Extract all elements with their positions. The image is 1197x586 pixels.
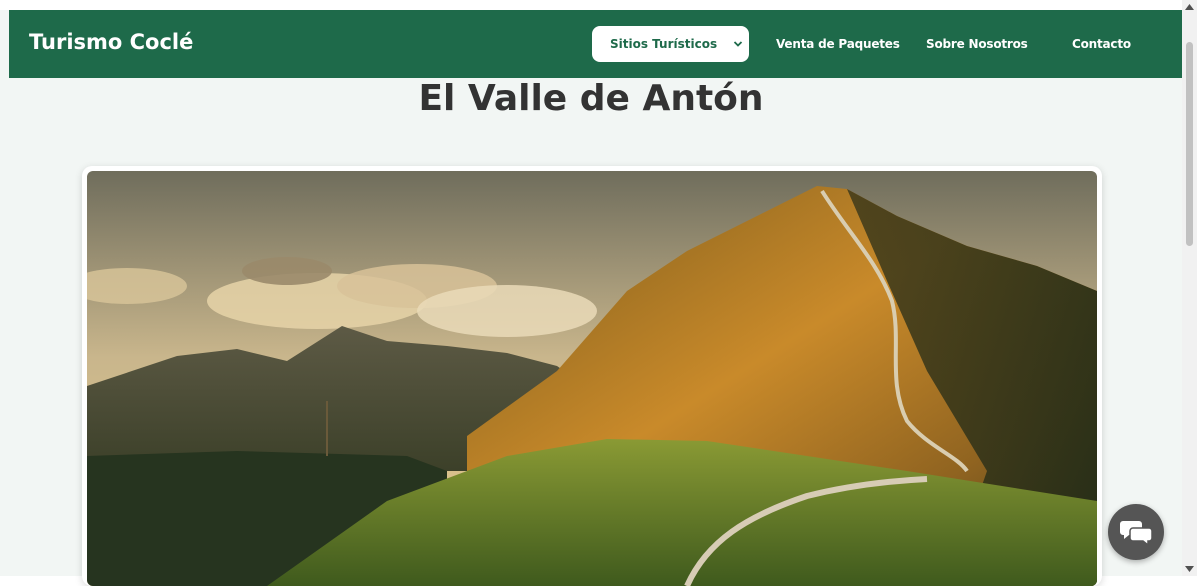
scroll-down-arrow-icon[interactable] (1185, 566, 1194, 572)
scrollbar-thumb[interactable] (1186, 42, 1193, 246)
navbar: Turismo Coclé Sitios Turísticos Venta de… (9, 10, 1182, 78)
chat-button[interactable] (1108, 504, 1164, 560)
sites-dropdown[interactable]: Sitios Turísticos (592, 26, 749, 62)
page: Turismo Coclé Sitios Turísticos Venta de… (0, 0, 1182, 586)
sites-dropdown-label: Sitios Turísticos (610, 37, 718, 51)
nav-link-contact[interactable]: Contacto (1072, 37, 1131, 51)
chevron-down-icon (733, 41, 743, 47)
page-title: El Valle de Antón (418, 78, 764, 119)
nav-link-about[interactable]: Sobre Nosotros (926, 37, 1028, 51)
brand-logo[interactable]: Turismo Coclé (29, 30, 193, 54)
valle-anton-photo (87, 171, 1097, 586)
chat-bubbles-icon (1120, 521, 1153, 546)
scroll-up-arrow-icon[interactable] (1185, 4, 1194, 10)
vertical-scrollbar[interactable] (1182, 0, 1197, 576)
nav-link-packages[interactable]: Venta de Paquetes (776, 37, 900, 51)
image-card (82, 166, 1102, 586)
top-strip (0, 0, 1182, 10)
